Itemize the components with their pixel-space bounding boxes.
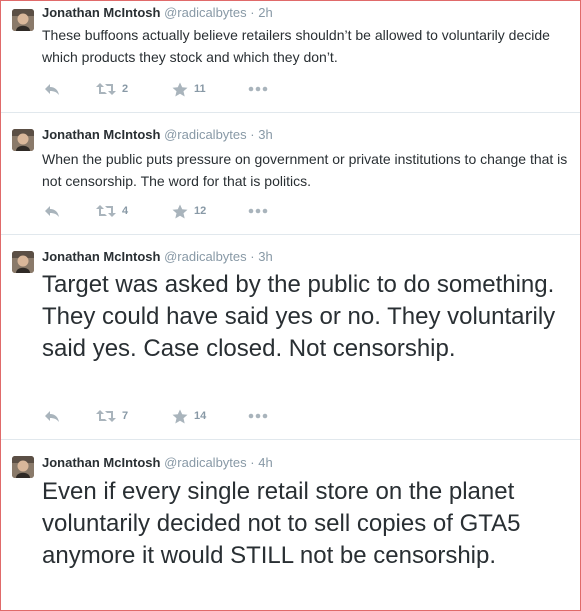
timestamp[interactable]: 2h bbox=[258, 5, 272, 20]
retweet-icon bbox=[96, 410, 116, 422]
reply-icon bbox=[45, 411, 59, 422]
tweet-text: Even if every single retail store on the… bbox=[42, 478, 521, 569]
avatar[interactable] bbox=[12, 129, 34, 151]
retweet-button[interactable]: 4 bbox=[96, 202, 128, 220]
star-icon bbox=[172, 204, 188, 218]
tweet-header: Jonathan McIntosh @radicalbytes · 2h bbox=[42, 5, 273, 21]
reply-icon bbox=[45, 206, 59, 217]
time-separator: · bbox=[250, 5, 255, 20]
author-name[interactable]: Jonathan McIntosh bbox=[42, 127, 160, 142]
author-handle[interactable]: @radicalbytes bbox=[164, 5, 247, 20]
tweet-text: When the public puts pressure on governm… bbox=[42, 151, 568, 189]
author-handle[interactable]: @radicalbytes bbox=[164, 249, 247, 264]
tweet-header: Jonathan McIntosh @radicalbytes · 4h bbox=[42, 455, 273, 471]
timestamp[interactable]: 4h bbox=[258, 455, 272, 470]
more-icon bbox=[248, 413, 268, 419]
retweet-count: 2 bbox=[122, 83, 129, 95]
time-separator: · bbox=[250, 455, 255, 470]
avatar[interactable] bbox=[12, 251, 34, 273]
tweet-timeline: Jonathan McIntosh @radicalbytes · 2h The… bbox=[0, 0, 581, 611]
tweet-header: Jonathan McIntosh @radicalbytes · 3h bbox=[42, 127, 273, 143]
star-icon bbox=[172, 82, 188, 96]
tweet[interactable]: Jonathan McIntosh @radicalbytes · 2h The… bbox=[1, 1, 580, 113]
favorite-button[interactable]: 14 bbox=[172, 407, 206, 425]
favorite-count: 11 bbox=[194, 83, 206, 95]
reply-button[interactable] bbox=[44, 202, 60, 220]
retweet-button[interactable]: 2 bbox=[96, 80, 128, 98]
author-handle[interactable]: @radicalbytes bbox=[164, 127, 247, 142]
reply-button[interactable] bbox=[44, 80, 60, 98]
favorite-button[interactable]: 12 bbox=[172, 202, 206, 220]
time-separator: · bbox=[250, 127, 255, 142]
more-button[interactable] bbox=[248, 407, 268, 425]
timestamp[interactable]: 3h bbox=[258, 249, 272, 264]
favorite-button[interactable]: 11 bbox=[172, 80, 206, 98]
retweet-button[interactable]: 7 bbox=[96, 407, 128, 425]
favorite-count: 14 bbox=[194, 410, 207, 422]
star-icon bbox=[172, 409, 188, 423]
more-icon bbox=[248, 86, 268, 92]
tweet[interactable]: Jonathan McIntosh @radicalbytes · 3h Whe… bbox=[1, 113, 580, 235]
author-name[interactable]: Jonathan McIntosh bbox=[42, 5, 160, 20]
author-handle[interactable]: @radicalbytes bbox=[164, 455, 247, 470]
retweet-icon bbox=[96, 205, 116, 217]
tweet-text: These buffoons actually believe retailer… bbox=[42, 27, 550, 65]
tweet-header: Jonathan McIntosh @radicalbytes · 3h bbox=[42, 249, 273, 265]
more-button[interactable] bbox=[248, 80, 268, 98]
reply-button[interactable] bbox=[44, 407, 60, 425]
more-button[interactable] bbox=[248, 202, 268, 220]
tweet-text: Target was asked by the public to do som… bbox=[42, 271, 556, 362]
author-name[interactable]: Jonathan McIntosh bbox=[42, 249, 160, 264]
tweet[interactable]: Jonathan McIntosh @radicalbytes · 3h Tar… bbox=[1, 235, 580, 440]
more-icon bbox=[248, 208, 268, 214]
retweet-icon bbox=[96, 83, 116, 95]
tweet[interactable]: Jonathan McIntosh @radicalbytes · 4h Eve… bbox=[1, 440, 580, 610]
timestamp[interactable]: 3h bbox=[258, 127, 272, 142]
avatar[interactable] bbox=[12, 9, 34, 31]
author-name[interactable]: Jonathan McIntosh bbox=[42, 455, 160, 470]
retweet-count: 7 bbox=[122, 410, 129, 422]
time-separator: · bbox=[250, 249, 255, 264]
retweet-count: 4 bbox=[122, 205, 129, 217]
avatar[interactable] bbox=[12, 456, 34, 478]
favorite-count: 12 bbox=[194, 205, 207, 217]
reply-icon bbox=[45, 84, 59, 95]
